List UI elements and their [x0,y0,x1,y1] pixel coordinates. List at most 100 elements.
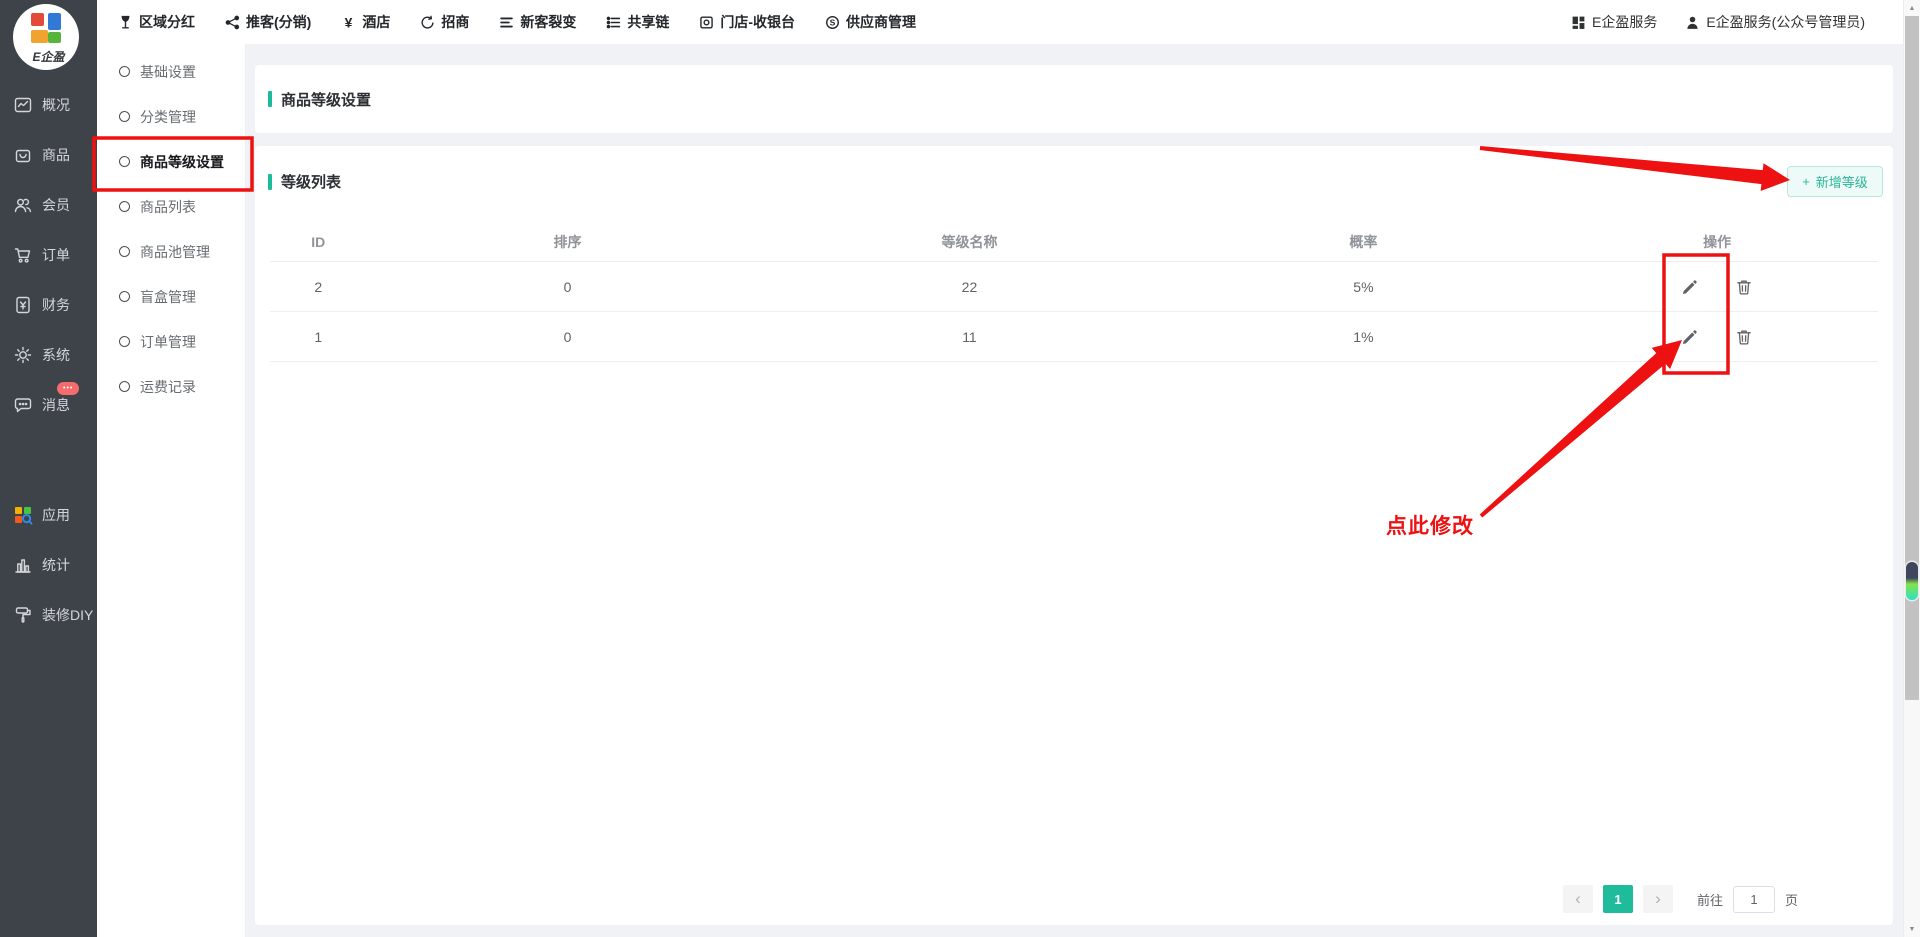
scrollbar-up-icon[interactable]: ▲ [1904,0,1920,16]
sidebar-item-stats[interactable]: 统计 [0,540,97,590]
top-nav-items: 区域分红 推客(分销) ¥ 酒店 招商 新客裂变 共享链 门店-收银台 S 供应… [118,12,916,32]
main-sidebar: E企盈 概况 商品 会员 订单 财务 系统 消息 ••• [0,0,97,937]
sidebar-item-label: 会员 [42,195,70,215]
sidebar-item-label: 消息 [42,395,70,415]
trash-icon [1735,278,1753,296]
sidebar-item-overview[interactable]: 概况 [0,80,97,130]
lines-icon [499,15,514,30]
main-content: 商品等级设置 等级列表 + 新增等级 ID 排序 等级名称 概率 操作 2 0 … [246,44,1903,937]
submenu-item-product-pool[interactable]: 商品池管理 [97,229,245,274]
yen-icon: ¥ [341,15,356,30]
sidebar-item-orders[interactable]: 订单 [0,230,97,280]
edit-button[interactable] [1681,328,1699,346]
app-logo: E企盈 [0,0,97,80]
pagination: ‹ 1 › 前往 页 [1563,885,1798,913]
submenu-item-label: 分类管理 [140,107,196,127]
cell-probability: 5% [1170,279,1556,295]
add-level-button[interactable]: + 新增等级 [1787,166,1883,197]
current-page-button[interactable]: 1 [1603,885,1633,913]
edit-button[interactable] [1681,278,1699,296]
circle-icon [119,381,130,392]
nav-item-label: 供应商管理 [846,12,916,32]
nav-item-hotel[interactable]: ¥ 酒店 [341,12,390,32]
sidebar-item-label: 概况 [42,95,70,115]
nav-item-investment[interactable]: 招商 [420,12,469,32]
column-header-actions: 操作 [1556,232,1878,252]
submenu-item-label: 商品池管理 [140,242,210,262]
nav-item-service[interactable]: E企盈服务 [1571,12,1657,32]
accent-bar [268,91,272,107]
submenu-item-label: 基础设置 [140,62,196,82]
submenu-item-category-management[interactable]: 分类管理 [97,94,245,139]
delete-button[interactable] [1735,278,1753,296]
top-navbar: 区域分红 推客(分销) ¥ 酒店 招商 新客裂变 共享链 门店-收银台 S 供应… [97,0,1903,44]
sidebar-item-system[interactable]: 系统 [0,330,97,380]
nav-item-share-chain[interactable]: 共享链 [606,12,669,32]
submenu-item-product-level-settings[interactable]: 商品等级设置 [97,139,245,184]
share-icon [225,15,240,30]
nav-item-label: 新客裂变 [520,12,576,32]
scrollbar-down-icon[interactable]: ▼ [1904,921,1920,937]
submenu-item-basic-settings[interactable]: 基础设置 [97,49,245,94]
page-unit-label: 页 [1785,890,1798,909]
submenu-item-label: 盲盒管理 [140,287,196,307]
system-gear-icon [13,345,33,365]
cell-sort: 0 [366,279,768,295]
nav-item-label: 招商 [441,12,469,32]
submenu-item-product-list[interactable]: 商品列表 [97,184,245,229]
sidebar-item-apps[interactable]: 应用 [0,490,97,540]
submenu-item-blind-box[interactable]: 盲盒管理 [97,274,245,319]
circle-icon [119,201,130,212]
sidebar-item-finance[interactable]: 财务 [0,280,97,330]
sidebar-item-messages[interactable]: 消息 ••• [0,380,97,430]
accent-bar [268,174,272,190]
sidebar-item-label: 应用 [42,505,70,525]
messages-icon [13,395,33,415]
circle-icon [119,111,130,122]
nav-item-promoter[interactable]: 推客(分销) [225,12,311,32]
next-page-button[interactable]: › [1643,885,1673,913]
logo-blocks-icon [31,13,61,43]
submenu-item-order-management[interactable]: 订单管理 [97,319,245,364]
nav-item-label: 推客(分销) [246,12,311,32]
message-count-badge: ••• [57,382,79,395]
list-title: 等级列表 [281,171,341,192]
nav-item-store-cashier[interactable]: 门店-收银台 [699,12,795,32]
sidebar-item-label: 统计 [42,555,70,575]
nav-item-region-dividend[interactable]: 区域分红 [118,12,195,32]
grid-icon [1571,15,1586,30]
paint-roller-icon [13,605,33,625]
cell-id: 1 [270,329,366,345]
sidebar-item-label: 商品 [42,145,70,165]
pencil-icon [1681,278,1699,296]
circle-icon [119,246,130,257]
submenu-item-label: 订单管理 [140,332,196,352]
submenu-item-freight-records[interactable]: 运费记录 [97,364,245,409]
page-header-card: 商品等级设置 [255,65,1893,133]
stats-bars-icon [13,555,33,575]
nav-item-label: E企盈服务 [1592,12,1657,32]
circle-icon [119,291,130,302]
prev-page-button[interactable]: ‹ [1563,885,1593,913]
members-icon [13,195,33,215]
nav-item-account[interactable]: E企盈服务(公众号管理员) [1685,12,1865,32]
sidebar-item-goods[interactable]: 商品 [0,130,97,180]
column-header-id: ID [270,234,366,250]
submenu-item-label: 商品列表 [140,197,196,217]
nav-item-supplier[interactable]: S 供应商管理 [825,12,916,32]
table-row: 2 0 22 5% [270,262,1878,312]
nav-item-label: 区域分红 [139,12,195,32]
column-header-sort: 排序 [366,232,768,252]
goto-page-input[interactable] [1733,886,1775,913]
submenu-item-label: 商品等级设置 [140,152,224,172]
cell-actions [1556,328,1878,346]
nav-item-fission[interactable]: 新客裂变 [499,12,576,32]
nav-item-label: E企盈服务(公众号管理员) [1706,12,1865,32]
level-table: ID 排序 等级名称 概率 操作 2 0 22 5% [270,222,1878,362]
goods-icon [13,145,33,165]
sidebar-item-diy[interactable]: 装修DIY [0,590,97,640]
delete-button[interactable] [1735,328,1753,346]
sidebar-item-members[interactable]: 会员 [0,180,97,230]
goto-label: 前往 [1697,890,1723,909]
scrollbar-marker [1906,562,1918,600]
